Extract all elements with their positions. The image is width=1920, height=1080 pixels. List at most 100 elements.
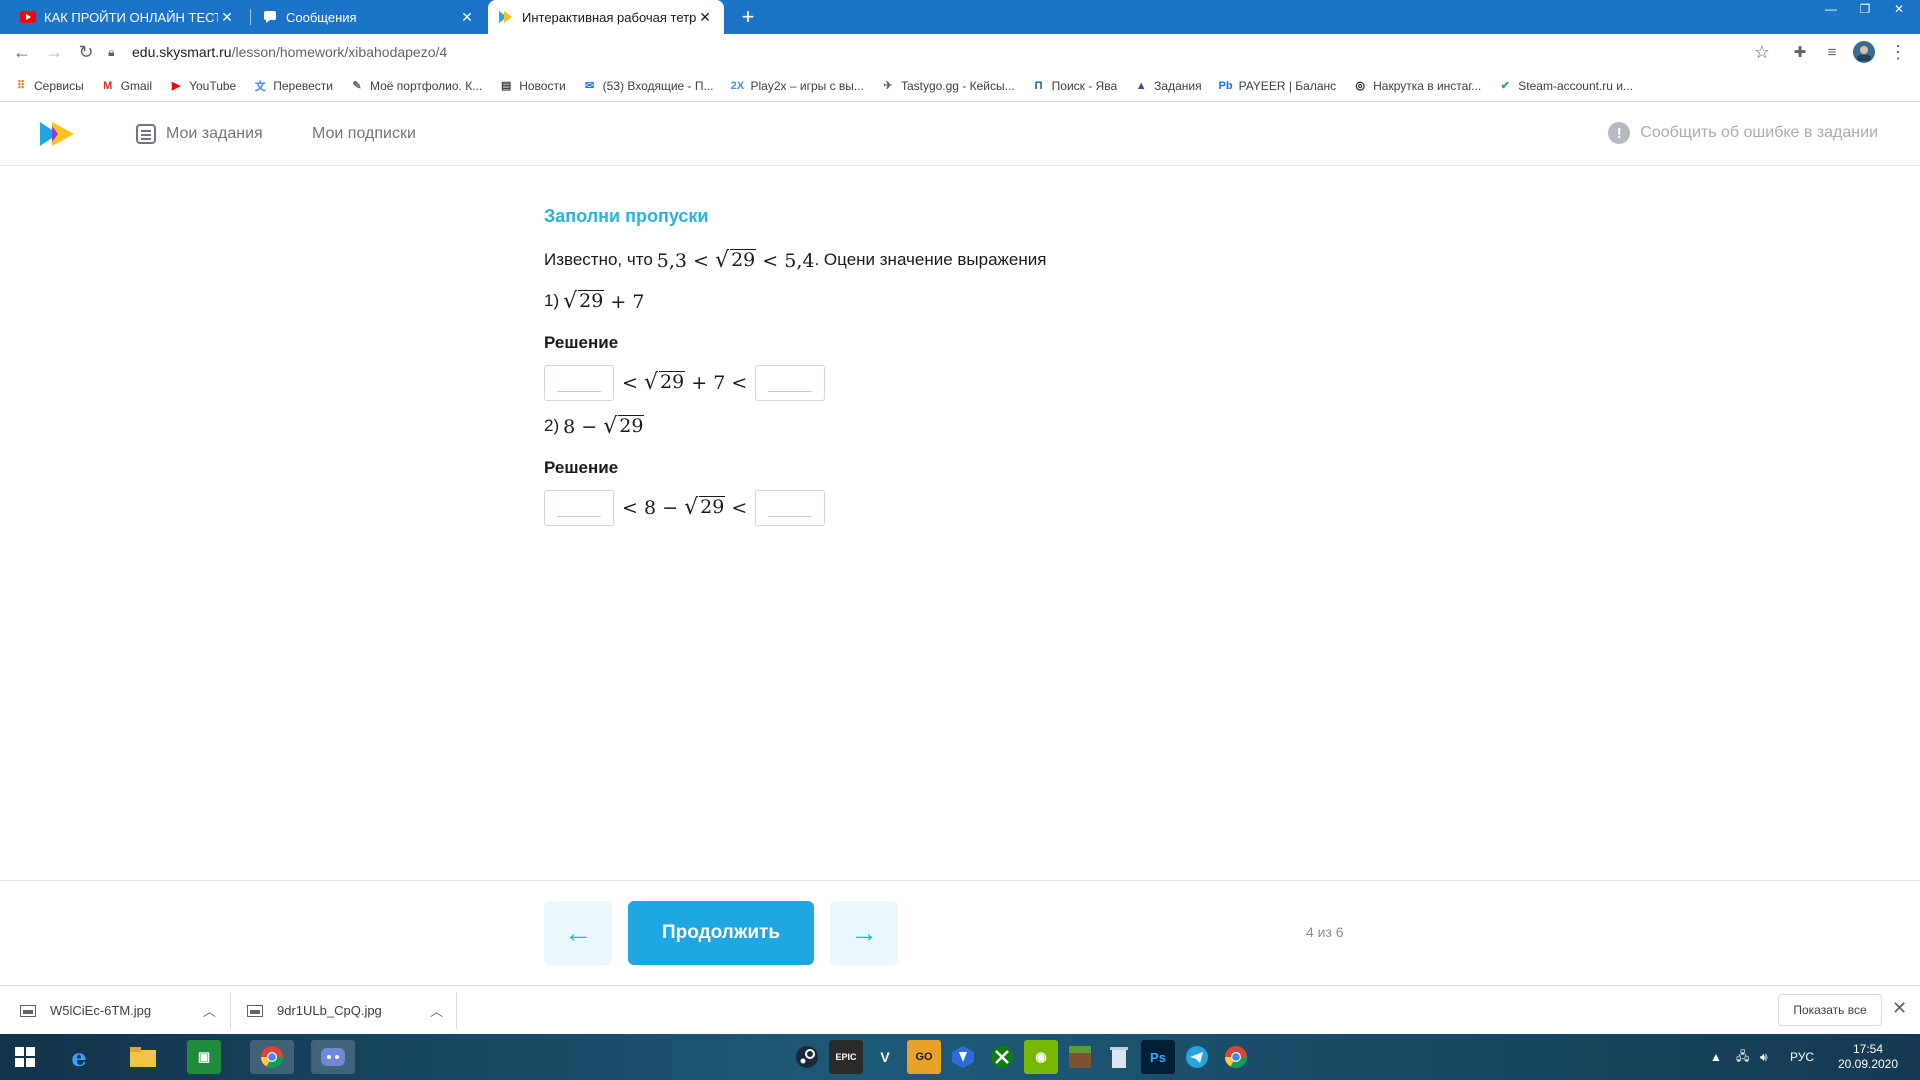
show-all-downloads-button[interactable]: Показать все: [1778, 994, 1882, 1026]
back-icon[interactable]: ←: [10, 40, 34, 64]
close-icon[interactable]: ✕: [458, 9, 476, 26]
gta-icon[interactable]: V: [868, 1040, 902, 1074]
photoshop-icon[interactable]: Ps: [1141, 1040, 1175, 1074]
restore-icon[interactable]: ❐: [1848, 0, 1882, 18]
bookmark-item[interactable]: ✎ Моё портфолио. К...: [350, 79, 482, 93]
bookmark-item[interactable]: ⠿ Сервисы: [14, 79, 84, 93]
tab-skysmart[interactable]: Интерактивная рабочая тетрад ✕: [488, 0, 724, 34]
windows-start-icon[interactable]: [8, 1040, 42, 1074]
answer-input-2-lower[interactable]: [544, 489, 614, 526]
solution-label-1: Решение: [544, 332, 619, 352]
close-window-icon[interactable]: ✕: [1882, 0, 1916, 18]
bookmark-label: Steam-account.ru и...: [1518, 78, 1634, 93]
part-2-expression: 2) 8 − √ 29: [544, 413, 645, 439]
bookmark-item[interactable]: ▶ YouTube: [169, 79, 236, 93]
news-icon: ▤: [501, 80, 512, 92]
bookmark-label: PAYEER | Баланс: [1238, 78, 1337, 93]
download-divider: [456, 992, 457, 1029]
prev-button[interactable]: ←: [544, 901, 612, 965]
bookmark-item[interactable]: ✈ Tastygo.gg - Кейсы...: [881, 79, 1014, 93]
language-indicator[interactable]: РУС: [1790, 1034, 1814, 1080]
xbox-icon[interactable]: [985, 1040, 1019, 1074]
youtube-icon: [20, 9, 36, 25]
bookmark-item[interactable]: ✔ Steam-account.ru и...: [1498, 79, 1633, 93]
recycle-bin-icon[interactable]: [1102, 1040, 1136, 1074]
bookmark-item[interactable]: ◎ Накрутка в инстаг...: [1353, 79, 1481, 93]
csgo-icon[interactable]: GO: [907, 1040, 941, 1074]
avatar[interactable]: [1852, 40, 1876, 64]
bookmark-item[interactable]: ▤ Новости: [499, 79, 566, 93]
file-explorer-icon[interactable]: [126, 1040, 160, 1074]
bookmark-label: Перевести: [273, 78, 333, 93]
bookmark-label: Сервисы: [34, 78, 84, 93]
telegram-icon[interactable]: [1180, 1040, 1214, 1074]
bookmark-star-icon[interactable]: ☆: [1750, 40, 1774, 64]
lock-icon: 🔒︎: [108, 44, 115, 59]
checkmark-icon: ✔: [1500, 80, 1510, 92]
bookmark-item[interactable]: 文 Перевести: [253, 79, 333, 93]
gmail-icon: M: [103, 79, 113, 92]
chrome-pinned-icon[interactable]: [1219, 1040, 1253, 1074]
discord-icon[interactable]: [311, 1040, 355, 1074]
internet-explorer-icon[interactable]: e: [62, 1040, 96, 1074]
tray-overflow-icon[interactable]: ▲: [1710, 1034, 1722, 1080]
tab-youtube[interactable]: КАК ПРОЙТИ ОНЛАЙН ТЕСТ НА ✕: [10, 0, 246, 34]
vimeworld-icon[interactable]: [946, 1040, 980, 1074]
minimize-icon[interactable]: —: [1814, 0, 1848, 18]
youtube-icon: ▶: [171, 80, 181, 92]
download-item[interactable]: W5lCiEc-6TM.jpg ︿: [20, 986, 216, 1035]
nav-my-subscriptions-label: Мои подписки: [312, 125, 416, 142]
network-icon[interactable]: 🖧︎: [1736, 1034, 1749, 1080]
bookmark-label: Gmail: [120, 78, 153, 93]
skysmart-logo[interactable]: [40, 122, 76, 151]
address-bar[interactable]: 🔒︎ edu.skysmart.ru/lesson/homework/xibah…: [108, 38, 1768, 66]
media-control-icon[interactable]: ≡: [1820, 40, 1844, 64]
bookmark-item[interactable]: Pb PAYEER | Баланс: [1219, 79, 1337, 93]
chrome-icon[interactable]: [250, 1040, 294, 1074]
bookmark-item[interactable]: ▲ Задания: [1134, 79, 1202, 93]
answer-input-1-upper[interactable]: [755, 364, 826, 401]
continue-button[interactable]: Продолжить: [628, 901, 814, 965]
portfolio-icon: ✎: [352, 80, 362, 92]
bookmark-item[interactable]: M Gmail: [101, 79, 152, 93]
system-clock[interactable]: 17:54 20.09.2020: [1826, 1042, 1910, 1072]
nav-my-subscriptions[interactable]: Мои подписки: [312, 122, 416, 146]
menu-dots-icon[interactable]: ⋮: [1886, 40, 1910, 64]
site-header: Мои задания Мои подписки ! Сообщить об о…: [0, 102, 1920, 166]
footer-divider: [0, 880, 1920, 881]
task-content: Заполни пропуски Известно, что 5,3 < √ 29…: [544, 206, 1344, 526]
forward-icon[interactable]: →: [42, 40, 66, 64]
bookmark-item[interactable]: 2X Play2x – игры с вы...: [731, 79, 864, 93]
bookmarks-bar: ⠿ Сервисы M Gmail ▶ YouTube 文 Перевести ✎ Моё пор…: [0, 70, 1920, 102]
close-icon[interactable]: ✕: [696, 9, 714, 26]
close-icon[interactable]: ✕: [218, 9, 236, 26]
extensions-icon[interactable]: ✚: [1788, 40, 1812, 64]
steam-icon[interactable]: [790, 1040, 824, 1074]
part-1-expression: 1) √ 29 + 7: [544, 288, 645, 314]
reload-icon[interactable]: ↻: [74, 40, 98, 64]
bookmark-item[interactable]: Π Поиск - Ява: [1032, 79, 1117, 93]
epic-games-icon[interactable]: EPIC: [829, 1040, 863, 1074]
new-tab-button[interactable]: +: [733, 0, 763, 34]
task-statement: Известно, что 5,3 < √ 29 < 5,4 . Оцени зн…: [544, 249, 1344, 272]
nav-my-tasks[interactable]: Мои задания: [136, 122, 263, 146]
bookmark-label: Play2x – игры с вы...: [750, 78, 864, 93]
report-error-link[interactable]: ! Сообщить об ошибке в задании: [1608, 122, 1878, 144]
nvidia-icon[interactable]: ◉: [1024, 1040, 1058, 1074]
bookmark-item[interactable]: ✉ (53) Входящие - П...: [583, 79, 713, 93]
close-icon[interactable]: ✕: [1892, 998, 1907, 1019]
chevron-up-icon[interactable]: ︿: [430, 1001, 443, 1020]
store-icon[interactable]: ▣: [187, 1040, 221, 1074]
answer-row-2: < 8 − √ 29 <: [544, 489, 1344, 526]
download-item[interactable]: 9dr1ULb_CpQ.jpg ︿: [247, 986, 443, 1035]
answer-input-2-upper[interactable]: [755, 489, 826, 526]
answer-input-1-lower[interactable]: [544, 364, 614, 401]
bookmark-label: Накрутка в инстаг...: [1373, 78, 1482, 93]
clock-time: 17:54: [1852, 1042, 1884, 1056]
tab-title: Интерактивная рабочая тетрад: [522, 9, 696, 25]
tab-messages[interactable]: Сообщения ✕: [252, 0, 486, 34]
minecraft-icon[interactable]: [1063, 1040, 1097, 1074]
volume-icon[interactable]: 🔊︎: [1760, 1034, 1768, 1080]
next-button[interactable]: →: [830, 901, 898, 965]
chevron-up-icon[interactable]: ︿: [203, 1001, 216, 1020]
